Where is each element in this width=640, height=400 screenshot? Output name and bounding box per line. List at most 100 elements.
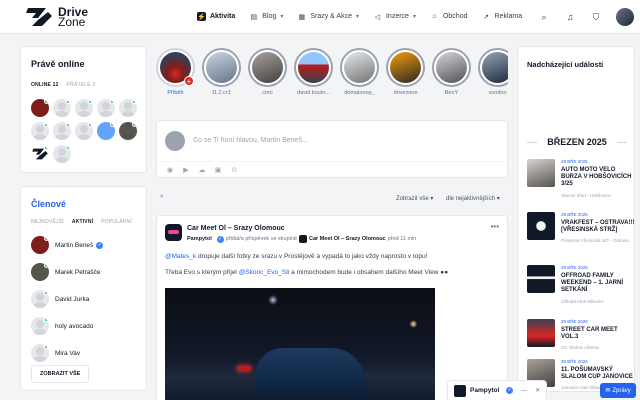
stories-bar: + Příběh f1.2.cr3 cmo david koutn... dom…: [156, 48, 508, 106]
logo[interactable]: Drive Zone: [24, 6, 152, 28]
list-item[interactable]: Marek Petrašče: [31, 262, 103, 282]
story-thumbnail: [252, 52, 283, 83]
event-thumbnail: [527, 212, 555, 240]
search-icon[interactable]: ⌕: [538, 11, 550, 23]
member-name: Marek Petrašče: [55, 268, 101, 276]
menu-label: Blog: [262, 13, 277, 20]
menu-label: Obchod: [442, 13, 468, 20]
add-story-icon[interactable]: +: [184, 76, 194, 86]
tab-popular[interactable]: POPULÁRNÍ: [101, 219, 132, 225]
tab-friends[interactable]: PŘÁTELÉ 3: [67, 82, 96, 88]
menu-item-inzerce[interactable]: ◁ Inzerce ▾: [366, 0, 423, 34]
group-avatar[interactable]: [165, 224, 182, 241]
event-location: Obecní úřad - Hobšovice: [561, 193, 611, 198]
list-item[interactable]: Martin Beneš ✓: [31, 235, 104, 255]
upload-icon[interactable]: ☁: [197, 166, 207, 174]
camera-icon[interactable]: ◉: [165, 166, 175, 174]
bell-icon[interactable]: ♫: [564, 11, 576, 23]
post-author[interactable]: Pampytol: [187, 236, 212, 242]
mention-link[interactable]: @Skoric_Evo_Sti: [239, 269, 290, 276]
menu-item-blog[interactable]: ▤ Blog ▾: [242, 0, 290, 34]
filter-show-select[interactable]: Zobrazit vše ▾: [396, 195, 433, 202]
avatar[interactable]: [31, 122, 49, 140]
chat-icon: ✉: [605, 388, 611, 394]
online-avatars: [31, 99, 137, 163]
event-title: OFFROAD FAMILY WEEKEND – 1. JARNÍ SETKÁN…: [561, 273, 624, 293]
minimize-icon[interactable]: —: [521, 388, 527, 394]
verified-icon: ✓: [216, 235, 224, 243]
post-group-link[interactable]: Car Meet Ol – Srazy Olomouc: [309, 236, 386, 242]
search-icon[interactable]: ⌕: [160, 193, 164, 201]
event-date: 29 BŘE 2025: [561, 212, 588, 217]
story-item[interactable]: + Příběh: [156, 48, 195, 106]
avatar[interactable]: [119, 99, 137, 117]
avatar[interactable]: [53, 145, 71, 163]
story-item[interactable]: voodoo: [478, 48, 508, 106]
calendar-icon: ▦: [298, 13, 306, 21]
story-label: Příběh: [167, 90, 184, 96]
story-thumbnail: [390, 52, 421, 83]
event-title: 11. POŠUMAVSKÝ SLALOM CUP JANOVICE: [561, 367, 633, 380]
story-label: voodoo: [488, 90, 507, 96]
video-icon[interactable]: ▶: [181, 166, 191, 174]
user-avatar[interactable]: [616, 8, 634, 26]
menu-item-srazy[interactable]: ▦ Srazy & Akce ▾: [290, 0, 366, 34]
avatar[interactable]: [53, 122, 71, 140]
list-item[interactable]: holy avocado: [31, 316, 103, 336]
tab-active[interactable]: AKTIVNÍ: [72, 219, 93, 225]
story-thumbnail: [436, 52, 467, 83]
menu-item-reklama[interactable]: ↗ Reklama: [475, 0, 530, 34]
event-date: 29 BŘE 2025: [561, 159, 588, 164]
more-options-icon[interactable]: •••: [491, 222, 499, 231]
story-item[interactable]: f1.2.cr3: [202, 48, 241, 106]
members-list: Martin Beneš ✓ Marek Petrašče David Jurk…: [31, 235, 104, 370]
members-widget: Členové NEJNOVĚJŠÍ AKTIVNÍ POPULÁRNÍ Mar…: [20, 186, 147, 391]
close-icon[interactable]: ✕: [535, 387, 540, 394]
avatar[interactable]: [75, 122, 93, 140]
member-name: David Jurka: [55, 295, 90, 303]
tab-online[interactable]: ONLINE 12: [31, 82, 59, 88]
avatar[interactable]: [53, 99, 71, 117]
show-all-button[interactable]: ZOBRAZIT VŠE: [31, 365, 90, 383]
story-item[interactable]: domainoop_: [340, 48, 379, 106]
events-title: Nadcházející události: [527, 60, 604, 69]
composer-placeholder[interactable]: Co se Ti honí hlavou, Martin Beneš...: [193, 137, 308, 144]
chevron-down-icon: ▾: [355, 14, 359, 20]
story-item[interactable]: david koutn...: [294, 48, 333, 106]
cart-icon[interactable]: ⛉: [590, 11, 602, 23]
story-label: domainoop_: [344, 90, 375, 96]
tab-newest[interactable]: NEJNOVĚJŠÍ: [31, 219, 64, 225]
story-thumbnail: [482, 52, 508, 83]
avatar[interactable]: [97, 122, 115, 140]
event-title: AUTO MOTO VELO BURZA V HOBŠOVICÍCH 3/25: [561, 167, 632, 187]
list-item[interactable]: David Jurka: [31, 289, 103, 309]
avatar: [31, 344, 49, 362]
gif-icon[interactable]: ▣: [213, 166, 223, 174]
menu-label: Reklama: [494, 13, 523, 20]
avatar[interactable]: [75, 99, 93, 117]
chat-window-tab[interactable]: Pampytol ✓ — ✕: [447, 380, 547, 400]
avatar[interactable]: [97, 99, 115, 117]
location-icon[interactable]: ⊙: [229, 166, 239, 174]
avatar: [165, 131, 185, 151]
menu-item-obchod[interactable]: ⌂ Obchod: [423, 0, 475, 34]
messages-button[interactable]: ✉ Zprávy: [600, 383, 636, 398]
menu-item-aktivita[interactable]: ⚡ Aktivita: [190, 0, 242, 34]
avatar[interactable]: [31, 99, 49, 117]
member-name: holy avocado: [55, 322, 94, 330]
activity-post: Car Meet Ol – Srazy Olomouc Pampytol ✓ p…: [156, 215, 508, 400]
post-group-title[interactable]: Car Meet Ol – Srazy Olomouc: [187, 225, 285, 232]
mention-link[interactable]: @Mates_k: [165, 253, 196, 260]
story-item[interactable]: cmo: [248, 48, 287, 106]
story-item[interactable]: drivezone: [386, 48, 425, 106]
avatar[interactable]: [31, 145, 49, 163]
event-title: VRAKFEST – OSTRAVA!!! [VŘESINSKÁ STRŽ]: [561, 220, 635, 233]
avatar[interactable]: [119, 122, 137, 140]
event-thumbnail: [527, 319, 555, 347]
story-item[interactable]: BenY: [432, 48, 471, 106]
post-composer[interactable]: Co se Ti honí hlavou, Martin Beneš... ◉ …: [156, 120, 508, 178]
list-item[interactable]: Mira Vav: [31, 343, 103, 363]
filter-sort-select[interactable]: dle nejaktivnějších ▾: [446, 195, 500, 202]
post-photo[interactable]: [165, 288, 435, 400]
post-time: před 11 min: [387, 236, 417, 242]
